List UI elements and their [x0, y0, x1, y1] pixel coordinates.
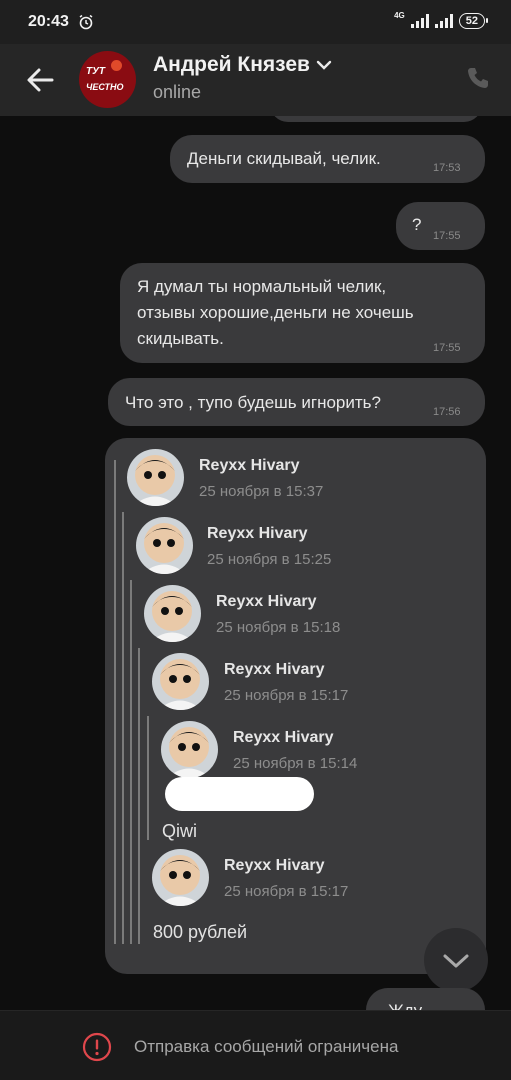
status-bar: 20:43 4G 52 [0, 0, 511, 44]
contact-avatar[interactable]: ТУТ ЧЕСТНО [79, 51, 136, 108]
forward-indent-line [122, 512, 124, 944]
signal-icon [410, 14, 429, 28]
battery-indicator: 52 [458, 13, 489, 29]
forward-indent-line [147, 716, 149, 840]
message-bubble-partial[interactable]: Жду [366, 988, 485, 1010]
message-text: Что это , тупо будешь игнорить? [125, 393, 381, 412]
network-type: 4G [394, 10, 405, 20]
input-restricted-bar: Отправка сообщений ограничена [0, 1010, 511, 1080]
forwarded-date: 25 ноября в 15:18 [216, 619, 341, 636]
forward-indent-line [114, 460, 116, 944]
phone-icon[interactable] [466, 66, 490, 90]
message-text: ? [412, 215, 422, 234]
message-list[interactable]: Деньги скидывай, челик. 17:53 ? 17:55 Я … [0, 116, 511, 1010]
message-bubble[interactable]: Я думал ты нормальный челик, отзывы хоро… [120, 263, 485, 363]
message-bubble[interactable]: ? 17:55 [396, 202, 485, 250]
message-time: 17:55 [433, 342, 461, 354]
restriction-notice: Отправка сообщений ограничена [134, 1037, 399, 1056]
alarm-icon [79, 14, 93, 30]
message-text: Жду [388, 1001, 422, 1010]
forwarded-text: 800 рублей [153, 922, 248, 942]
message-time: 17:53 [433, 162, 461, 174]
contact-name[interactable]: Андрей Князев [153, 53, 332, 77]
chevron-down-icon [316, 60, 332, 70]
forwarded-date: 25 ноября в 15:25 [207, 551, 332, 568]
avatar-logo-mark [111, 60, 122, 71]
forwarded-date: 25 ноября в 15:37 [199, 483, 324, 500]
message-bubble[interactable]: Что это , тупо будешь игнорить? 17:56 [108, 378, 485, 426]
forward-indent-line [138, 648, 140, 944]
forwarded-author: Reyxx Hivary [233, 729, 334, 746]
forward-indent-line [130, 580, 132, 944]
forwarded-avatar[interactable] [152, 653, 209, 710]
forwarded-author: Reyxx Hivary [224, 661, 325, 678]
message-bubble[interactable]: Деньги скидывай, челик. 17:53 [170, 135, 485, 183]
forwarded-date: 25 ноября в 15:17 [224, 687, 349, 704]
signal-icon-2 [434, 14, 453, 28]
forwarded-avatar[interactable] [136, 517, 193, 574]
scroll-down-button[interactable] [424, 928, 488, 992]
message-time: 17:56 [433, 406, 461, 418]
message-text: Деньги скидывай, челик. [187, 149, 381, 168]
status-time: 20:43 [28, 13, 69, 30]
contact-name-text: Андрей Князев [153, 53, 310, 76]
chat-header: ТУТ ЧЕСТНО Андрей Князев online [0, 44, 511, 116]
message-text-line: отзывы хорошие,деньги не хочешь [137, 303, 414, 322]
redacted-content [165, 777, 314, 811]
forwarded-author: Reyxx Hivary [224, 857, 325, 874]
forwarded-avatar[interactable] [161, 721, 218, 778]
forwarded-text: Qiwi [162, 821, 197, 841]
warning-icon [82, 1032, 112, 1062]
forwarded-date: 25 ноября в 15:17 [224, 883, 349, 900]
forwarded-avatar[interactable] [152, 849, 209, 906]
avatar-logo-text-1: ТУТ [86, 66, 105, 77]
message-bubble-partial-top[interactable] [270, 116, 482, 122]
chevron-down-icon [443, 954, 469, 968]
back-arrow-icon[interactable] [24, 64, 56, 96]
avatar-logo-text-2: ЧЕСТНО [86, 82, 124, 92]
message-text-line: Я думал ты нормальный челик, [137, 277, 387, 296]
forwarded-date: 25 ноября в 15:14 [233, 755, 358, 772]
forwarded-author: Reyxx Hivary [216, 593, 317, 610]
message-text-line: скидывать. [137, 329, 224, 348]
message-time: 17:55 [433, 230, 461, 242]
contact-status: online [153, 82, 202, 102]
forwarded-avatar[interactable] [127, 449, 184, 506]
forwarded-avatar[interactable] [144, 585, 201, 642]
forwarded-author: Reyxx Hivary [207, 525, 308, 542]
forwarded-author: Reyxx Hivary [199, 457, 300, 474]
